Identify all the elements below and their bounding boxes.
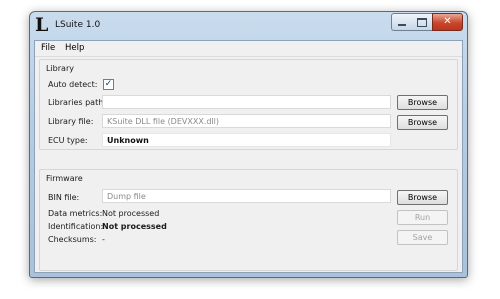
maximize-icon xyxy=(417,17,427,27)
libraries-path-browse-button[interactable]: Browse xyxy=(397,95,448,110)
library-group-title: Library xyxy=(46,64,74,73)
minimize-button[interactable] xyxy=(391,13,413,31)
firmware-group xyxy=(39,169,458,271)
bin-file-label: BIN file: xyxy=(48,193,80,202)
library-file-label: Library file: xyxy=(48,117,94,126)
library-file-browse-button[interactable]: Browse xyxy=(397,115,448,130)
firmware-group-title: Firmware xyxy=(46,174,83,183)
maximize-button[interactable] xyxy=(412,13,433,31)
menu-bar: File Help xyxy=(35,41,462,57)
title-bar[interactable]: L LSuite 1.0 ✕ xyxy=(30,12,467,40)
app-window: L LSuite 1.0 ✕ File Help Library Auto de… xyxy=(29,11,468,278)
auto-detect-checkbox[interactable]: ✓ xyxy=(103,79,114,90)
identification-value: Not processed xyxy=(102,222,167,231)
window-title: LSuite 1.0 xyxy=(55,20,101,30)
check-icon: ✓ xyxy=(104,79,113,89)
client-area: File Help Library Auto detect: ✓ Librari… xyxy=(34,40,463,273)
menu-file[interactable]: File xyxy=(41,43,55,53)
minimize-icon xyxy=(398,24,406,26)
bin-file-browse-button[interactable]: Browse xyxy=(397,190,448,205)
app-logo: L xyxy=(35,14,49,36)
auto-detect-label: Auto detect: xyxy=(48,80,98,89)
data-metrics-value: Not processed xyxy=(102,209,160,218)
libraries-path-label: Libraries path: xyxy=(48,98,106,107)
identification-label: Identification: xyxy=(48,222,104,231)
save-button[interactable]: Save xyxy=(397,230,448,245)
libraries-path-field[interactable] xyxy=(102,95,391,109)
bin-file-field[interactable]: Dump file xyxy=(102,189,391,203)
close-icon: ✕ xyxy=(443,16,452,27)
checksums-label: Checksums: xyxy=(48,235,97,244)
ecu-type-label: ECU type: xyxy=(48,136,88,145)
data-metrics-label: Data metrics: xyxy=(48,209,103,218)
ecu-type-value: Unknown xyxy=(102,133,391,147)
menu-help[interactable]: Help xyxy=(65,43,84,53)
library-file-field[interactable]: KSuite DLL file (DEVXXX.dll) xyxy=(102,114,391,128)
close-button[interactable]: ✕ xyxy=(432,13,463,31)
run-button[interactable]: Run xyxy=(397,210,448,225)
checksums-value: - xyxy=(102,235,105,244)
